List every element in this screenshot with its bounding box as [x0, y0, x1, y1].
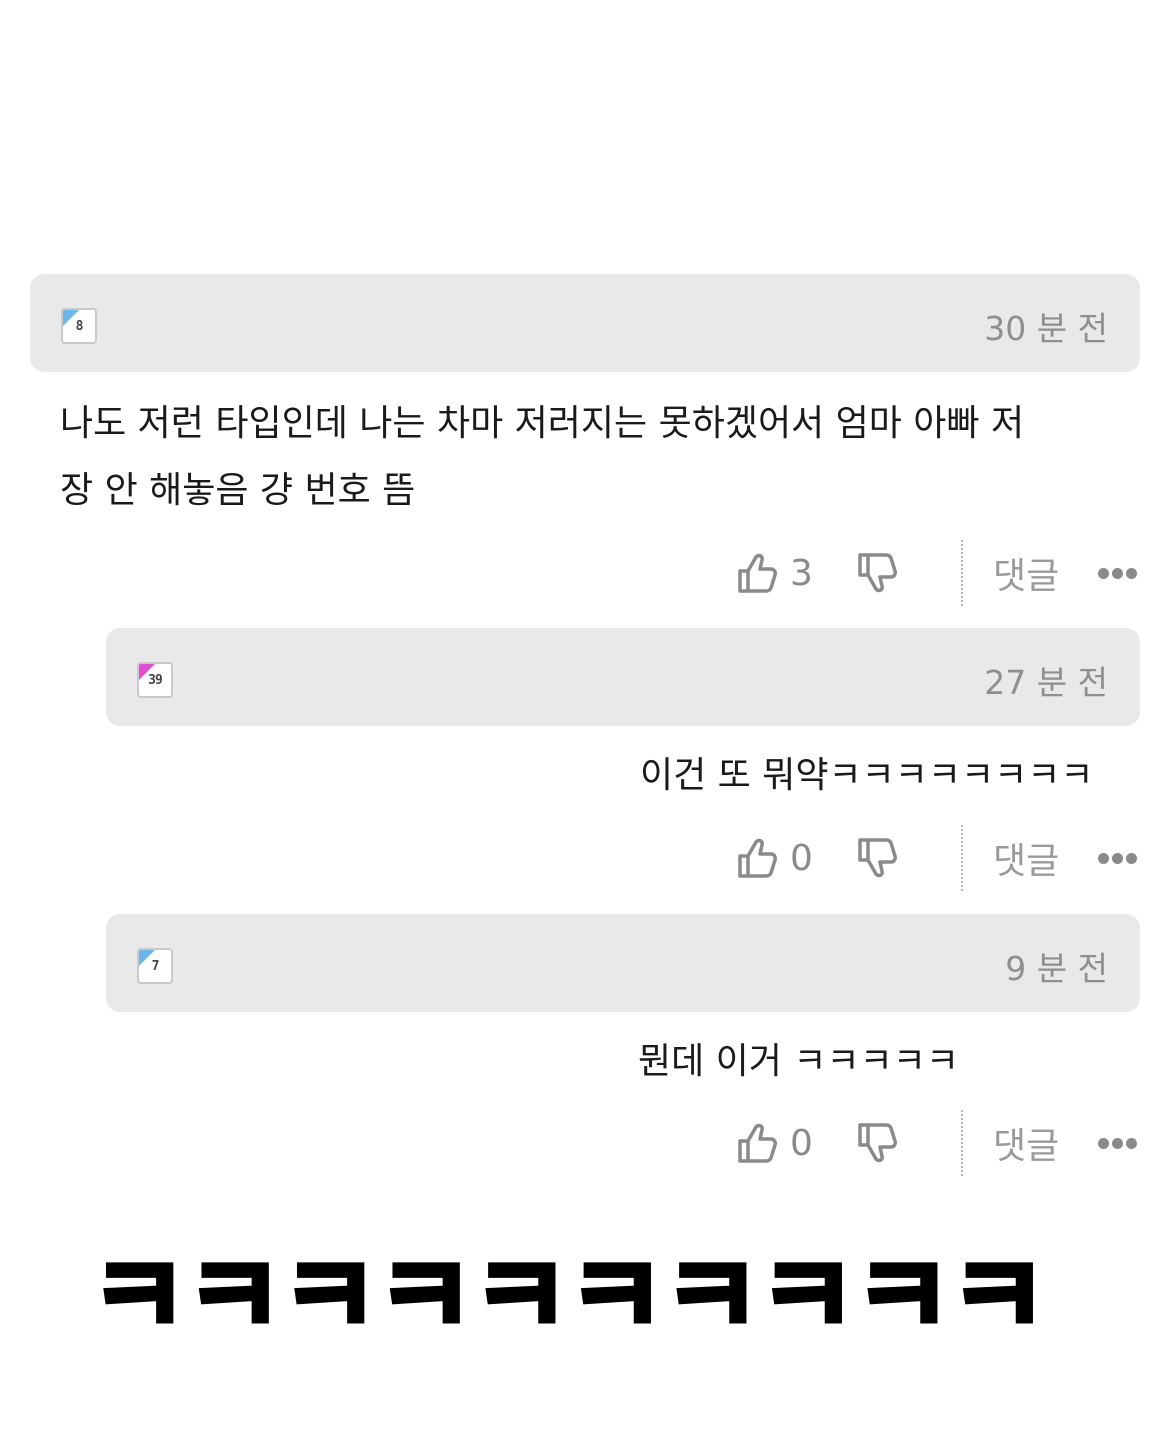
thumbs-up-icon	[738, 553, 777, 593]
action-divider	[961, 1110, 963, 1176]
like-button[interactable]: 0	[736, 1110, 813, 1176]
reply-label: 댓글	[993, 1126, 1060, 1167]
comment-text: 나도 저런 타입인데 나는 차마 저러지는 못하겠어서 엄마 아빠 저 장 안 …	[60, 390, 1024, 524]
like-count: 0	[790, 837, 813, 879]
level-number: 8	[75, 319, 84, 334]
reply-header: 7 9 분 전	[106, 914, 1140, 1012]
reply-button[interactable]: 댓글	[993, 1110, 1059, 1176]
comment-actions: 3 댓글	[0, 540, 1170, 606]
comment-timestamp: 30 분 전	[984, 309, 1108, 348]
action-divider	[961, 540, 963, 606]
level-badge[interactable]: 7	[137, 948, 173, 984]
comment-text-line: 이건 또 뭐약ㅋㅋㅋㅋㅋㅋㅋㅋ	[640, 755, 1094, 796]
reply-text: 이건 또 뭐약ㅋㅋㅋㅋㅋㅋㅋㅋ	[640, 742, 1093, 809]
comment-text-line: 장 안 해놓음 걍 번호 뜸	[60, 470, 416, 511]
reply-label: 댓글	[993, 556, 1060, 597]
thumbs-down-icon	[858, 553, 897, 593]
level-badge[interactable]: 8	[61, 308, 97, 344]
like-button[interactable]: 3	[736, 540, 813, 606]
like-count: 3	[790, 552, 813, 594]
reply-text: 뭔데 이거 ㅋㅋㅋㅋㅋ	[638, 1028, 959, 1095]
dislike-button[interactable]	[856, 825, 900, 891]
more-button[interactable]	[1098, 1110, 1137, 1176]
dislike-button[interactable]	[856, 1110, 900, 1176]
comment-text-line: 나도 저런 타입인데 나는 차마 저러지는 못하겠어서 엄마 아빠 저	[60, 403, 1025, 444]
comment-timestamp: 9 분 전	[1005, 949, 1108, 988]
like-count: 0	[790, 1122, 813, 1164]
level-number: 39	[148, 673, 163, 688]
comment-header: 8 30 분 전	[30, 274, 1140, 372]
dislike-button[interactable]	[856, 540, 900, 606]
reply-button[interactable]: 댓글	[993, 540, 1059, 606]
thumbs-down-icon	[858, 838, 897, 878]
thumbs-up-icon	[738, 838, 777, 878]
thumbs-up-icon	[738, 1123, 777, 1163]
level-number: 7	[151, 959, 160, 974]
thumbs-down-icon	[858, 1123, 897, 1163]
like-button[interactable]: 0	[736, 825, 813, 891]
more-button[interactable]	[1098, 540, 1137, 606]
more-dots-icon	[1098, 1137, 1137, 1149]
level-badge[interactable]: 39	[137, 662, 173, 698]
comment-timestamp: 27 분 전	[984, 663, 1108, 702]
caption-text: ㅋㅋㅋㅋㅋㅋㅋㅋㅋㅋ	[87, 1233, 1049, 1361]
reply-button[interactable]: 댓글	[993, 825, 1059, 891]
more-button[interactable]	[1098, 825, 1137, 891]
more-dots-icon	[1098, 567, 1137, 579]
comment-text-line: 뭔데 이거 ㅋㅋㅋㅋㅋ	[638, 1041, 959, 1082]
reply-label: 댓글	[993, 841, 1060, 882]
comment-actions: 0 댓글	[0, 825, 1170, 891]
comment-actions: 0 댓글	[0, 1110, 1170, 1176]
action-divider	[961, 825, 963, 891]
more-dots-icon	[1098, 852, 1137, 864]
reply-header: 39 27 분 전	[106, 628, 1140, 726]
